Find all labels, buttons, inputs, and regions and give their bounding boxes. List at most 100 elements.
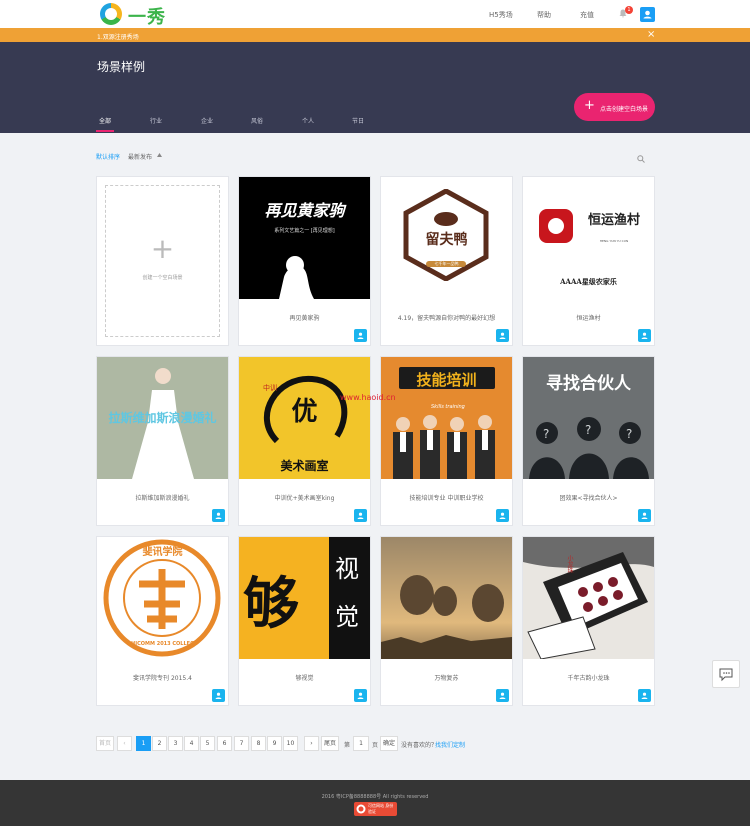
user-button[interactable] (638, 509, 651, 522)
user-button[interactable] (496, 329, 509, 342)
user-button[interactable] (354, 509, 367, 522)
site-logo[interactable]: 一秀 (100, 3, 180, 28)
custom-hint-link[interactable]: 找我们定制 (435, 740, 465, 749)
create-card-label: 创建一个空白场景 (142, 275, 183, 281)
silhouettes-image: ??? (529, 417, 649, 479)
next-page-button[interactable]: › (304, 736, 319, 751)
tab-enterprise[interactable]: 企业 (201, 116, 213, 125)
tab-industry[interactable]: 行业 (150, 116, 162, 125)
nav-recharge[interactable]: 充值 (580, 10, 594, 20)
nav-help[interactable]: 帮助 (537, 10, 551, 20)
scene-name: 再见黄家驹 (289, 315, 320, 322)
shield-icon (356, 804, 366, 814)
page-4-button[interactable]: 4 (184, 736, 199, 751)
user-icon (499, 512, 506, 519)
balloons-image (381, 575, 512, 659)
create-blank-scene-button[interactable]: + 点击创建空白场景 (574, 93, 655, 121)
scene-card[interactable]: 万物复苏 (380, 536, 513, 706)
chat-button[interactable] (712, 660, 740, 688)
tab-personal[interactable]: 个人 (302, 116, 314, 125)
goto-suffix: 页 (372, 742, 379, 749)
scene-card[interactable]: 够 视觉 够视觉 (238, 536, 371, 706)
goto-page-input[interactable]: 1 (353, 736, 369, 751)
user-icon (641, 512, 648, 519)
scene-card[interactable]: 留夫鸭 七千年一品鸭 4.19，留夫鸭源自你对鸭的最好幻想 (380, 176, 513, 346)
nav-h5-showcase[interactable]: H5秀场 (489, 10, 513, 20)
top-bar: 一秀 H5秀场 帮助 充值 1 (0, 0, 750, 28)
page-9-button[interactable]: 9 (267, 736, 282, 751)
prev-page-button[interactable]: ‹ (117, 736, 132, 751)
footer: 2016 粤ICP备8888888号 All rights reserved 可… (0, 780, 750, 826)
notification-badge: 1 (625, 6, 633, 14)
scene-name: 技能培训专业 中训职业学校 (409, 495, 484, 502)
page-10-button[interactable]: 10 (283, 736, 298, 751)
user-button[interactable] (212, 509, 225, 522)
thumb-subtitle: 美术画室 (280, 459, 329, 473)
user-icon (499, 332, 506, 339)
user-button[interactable] (354, 689, 367, 702)
scene-card[interactable]: 中训 优 美术画室 中训优+美术画室king (238, 356, 371, 526)
thumb-footer: AAAA星级农家乐 (560, 277, 617, 286)
tab-all[interactable]: 全部 (99, 116, 111, 125)
product-box-image (523, 537, 654, 659)
user-button[interactable] (212, 689, 225, 702)
user-icon (357, 692, 364, 699)
plus-icon: + (150, 232, 175, 265)
scene-name: 够视觉 (295, 675, 314, 682)
thumb-title: 再见黄家驹 (264, 201, 345, 220)
scene-card[interactable]: 再见黄家驹 系列文艺篇之一 [再见理想] 再见黄家驹 (238, 176, 371, 346)
user-icon (641, 332, 648, 339)
trusted-site-badge[interactable]: 可信网站 身份验证 (354, 802, 397, 816)
page-title: 场景样例 (97, 60, 146, 74)
seal-logo-image (539, 209, 573, 243)
scene-thumbnail: 寻找合伙人 ??? (523, 357, 654, 479)
scene-card[interactable]: 拉斯维加斯浪漫婚礼 拉斯维加斯浪漫婚礼 (96, 356, 229, 526)
hero-banner: 场景样例 + 点击创建空白场景 (0, 42, 750, 133)
scene-card[interactable]: 斐讯学院 PHICOMM 2013 COLLEGE 斐讯学院专刊 2015.4 (96, 536, 229, 706)
user-button[interactable] (638, 329, 651, 342)
user-avatar[interactable] (640, 7, 655, 22)
page-8-button[interactable]: 8 (251, 736, 266, 751)
close-icon[interactable]: × (647, 29, 655, 40)
user-icon (357, 332, 364, 339)
tab-holiday[interactable]: 节日 (352, 116, 364, 125)
tab-custom[interactable]: 风俗 (251, 116, 263, 125)
portrait-image (279, 256, 314, 299)
page-3-button[interactable]: 3 (168, 736, 183, 751)
page-6-button[interactable]: 6 (217, 736, 232, 751)
scene-thumbnail: 小龙珠 (523, 537, 654, 659)
sort-arrow-icon[interactable] (157, 153, 162, 157)
user-button[interactable] (354, 329, 367, 342)
svg-text:?: ? (585, 423, 591, 437)
search-icon[interactable] (637, 155, 645, 163)
active-tab-indicator (96, 130, 114, 132)
page-5-button[interactable]: 5 (200, 736, 215, 751)
sort-default[interactable]: 默认排序 (96, 152, 120, 161)
user-icon (641, 692, 648, 699)
svg-text:?: ? (626, 427, 632, 441)
user-icon (215, 512, 222, 519)
team-photo-image (393, 415, 495, 479)
scene-card[interactable]: 小龙珠 千年古韵小龙珠 (522, 536, 655, 706)
scene-thumbnail: 斐讯学院 PHICOMM 2013 COLLEGE (97, 537, 228, 659)
first-page-button[interactable]: 首页 (96, 736, 115, 751)
user-button[interactable] (496, 689, 509, 702)
scene-card[interactable]: 恒运渔村 HENG YUN YU CUN AAAA星级农家乐 恒运渔村 (522, 176, 655, 346)
user-icon (643, 10, 652, 19)
page-2-button[interactable]: 2 (152, 736, 167, 751)
goto-confirm-button[interactable]: 确定 (380, 736, 399, 751)
scene-name: 恒运渔村 (576, 315, 601, 322)
sort-latest[interactable]: 最新发布 (128, 152, 152, 161)
page-1-button[interactable]: 1 (136, 736, 151, 751)
user-button[interactable] (496, 509, 509, 522)
page-7-button[interactable]: 7 (234, 736, 249, 751)
user-button[interactable] (638, 689, 651, 702)
last-page-button[interactable]: 尾页 (321, 736, 340, 751)
scene-card[interactable]: 寻找合伙人 ??? 团效果<寻找合伙人> (522, 356, 655, 526)
scene-name: 中训优+美术画室king (274, 495, 335, 502)
create-scene-card[interactable]: + 创建一个空白场景 (96, 176, 229, 346)
scene-thumbnail: 恒运渔村 HENG YUN YU CUN AAAA星级农家乐 (523, 177, 654, 299)
scene-card[interactable]: 技能培训 Skills training 技能培训专业 中训职业学校 (380, 356, 513, 526)
thumb-title: 斐讯学院 (142, 547, 183, 558)
watermark-text: www.haoid.cn (340, 393, 396, 402)
